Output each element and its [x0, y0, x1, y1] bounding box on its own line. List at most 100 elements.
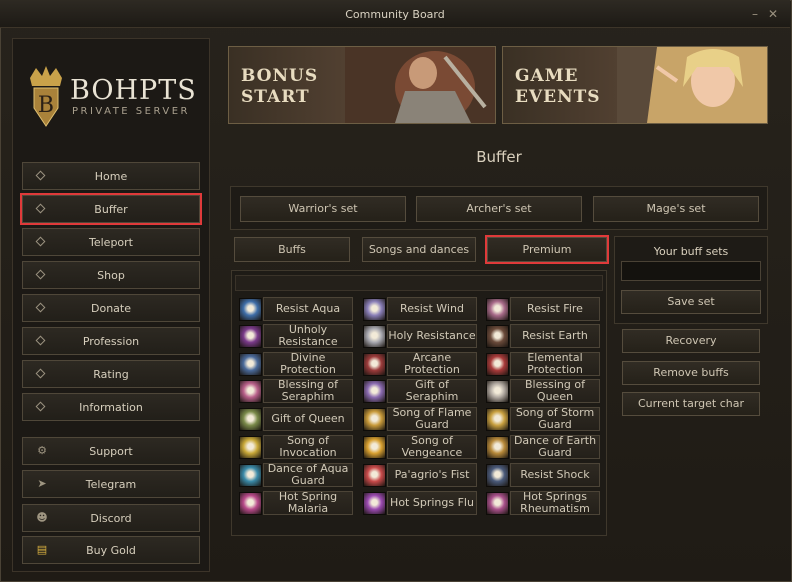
buff-name[interactable]: Song of Vengeance — [387, 435, 477, 459]
buff-item[interactable]: Resist Earth — [482, 324, 600, 350]
buff-icon[interactable] — [363, 436, 386, 459]
buff-icon[interactable] — [239, 380, 262, 403]
buff-item[interactable]: Hot Springs Flu — [359, 491, 477, 517]
buff-name[interactable]: Blessing of Queen — [510, 379, 600, 403]
buff-name[interactable]: Song of Flame Guard — [387, 407, 477, 431]
tab-button[interactable]: Buffs — [234, 237, 350, 262]
buff-item[interactable]: Gift of Seraphim — [359, 379, 477, 405]
buff-icon[interactable] — [363, 380, 386, 403]
buff-icon[interactable] — [486, 325, 509, 348]
buff-item[interactable]: Song of Storm Guard — [482, 407, 600, 433]
nav-discord-button[interactable]: ☻ Discord — [22, 504, 200, 532]
buff-name[interactable]: Gift of Seraphim — [387, 379, 477, 403]
buff-item[interactable]: Dance of Aqua Guard — [235, 463, 353, 489]
nav-home-button[interactable]: Home — [22, 162, 200, 190]
buff-name[interactable]: Divine Protection — [263, 352, 353, 376]
buff-item[interactable]: Resist Fire — [482, 297, 600, 323]
buff-icon[interactable] — [239, 353, 262, 376]
buff-name[interactable]: Resist Fire — [510, 297, 600, 321]
minimize-button[interactable]: – — [752, 7, 758, 21]
buff-item[interactable]: Resist Shock — [482, 463, 600, 489]
buff-item[interactable]: Resist Aqua — [235, 297, 353, 323]
buff-icon[interactable] — [239, 325, 262, 348]
buff-name[interactable]: Song of Storm Guard — [510, 407, 600, 431]
buff-name[interactable]: Elemental Protection — [510, 352, 600, 376]
buff-icon[interactable] — [239, 436, 262, 459]
buff-item[interactable]: Song of Vengeance — [359, 435, 477, 461]
buff-icon[interactable] — [486, 408, 509, 431]
buff-icon[interactable] — [363, 464, 386, 487]
buff-item[interactable]: Gift of Queen — [235, 407, 353, 433]
buff-name[interactable]: Resist Earth — [510, 324, 600, 348]
tab-button[interactable]: Songs and dances — [362, 237, 476, 262]
set-button[interactable]: Archer's set — [416, 196, 582, 222]
buff-name[interactable]: Resist Shock — [510, 463, 600, 487]
buff-icon[interactable] — [486, 298, 509, 321]
buff-icon[interactable] — [486, 436, 509, 459]
buff-item[interactable]: Unholy Resistance — [235, 324, 353, 350]
nav-profession-button[interactable]: Profession — [22, 327, 200, 355]
buff-item[interactable]: Pa'agrio's Fist — [359, 463, 477, 489]
buff-item[interactable]: Divine Protection — [235, 352, 353, 378]
nav-support-button[interactable]: ⚙ Support — [22, 437, 200, 465]
buff-name[interactable]: Hot Springs Rheumatism — [510, 491, 600, 515]
save-set-button[interactable]: Save set — [621, 290, 761, 314]
buff-icon[interactable] — [239, 492, 262, 515]
buff-name[interactable]: Hot Spring Malaria — [263, 491, 353, 515]
remove-buffs-button[interactable]: Remove buffs — [622, 361, 760, 385]
buff-item[interactable]: Resist Wind — [359, 297, 477, 323]
nav-donate-button[interactable]: Donate — [22, 294, 200, 322]
nav-buffer-button[interactable]: Buffer — [20, 193, 202, 225]
buff-name[interactable]: Song of Invocation — [263, 435, 353, 459]
set-button[interactable]: Warrior's set — [240, 196, 406, 222]
current-target-char-button[interactable]: Current target char — [622, 392, 760, 416]
buff-item[interactable]: Blessing of Queen — [482, 379, 600, 405]
buff-name[interactable]: Dance of Aqua Guard — [263, 463, 353, 487]
buff-item[interactable]: Holy Resistance — [359, 324, 477, 350]
buff-item[interactable]: Song of Invocation — [235, 435, 353, 461]
buff-icon[interactable] — [239, 298, 262, 321]
game-events-banner[interactable]: GAME EVENTS — [502, 46, 768, 124]
buff-icon[interactable] — [239, 464, 262, 487]
nav-telegram-button[interactable]: ➤ Telegram — [22, 470, 200, 498]
set-button[interactable]: Mage's set — [593, 196, 759, 222]
buff-item[interactable]: Arcane Protection — [359, 352, 477, 378]
nav-buy-gold-button[interactable]: ▤ Buy Gold — [22, 536, 200, 564]
recovery-button[interactable]: Recovery — [622, 329, 760, 353]
buff-name[interactable]: Resist Aqua — [263, 297, 353, 321]
buff-item[interactable]: Dance of Earth Guard — [482, 435, 600, 461]
buff-icon[interactable] — [363, 298, 386, 321]
buff-name[interactable]: Resist Wind — [387, 297, 477, 321]
buff-icon[interactable] — [363, 353, 386, 376]
buff-item[interactable]: Hot Springs Rheumatism — [482, 491, 600, 517]
buff-name[interactable]: Holy Resistance — [387, 324, 477, 348]
buff-icon[interactable] — [486, 464, 509, 487]
close-button[interactable]: ✕ — [768, 7, 778, 21]
title-bar[interactable]: Community Board – ✕ — [0, 0, 790, 28]
buff-icon[interactable] — [363, 492, 386, 515]
nav-rating-button[interactable]: Rating — [22, 360, 200, 388]
buff-icon[interactable] — [486, 353, 509, 376]
buff-item[interactable]: Elemental Protection — [482, 352, 600, 378]
nav-teleport-button[interactable]: Teleport — [22, 228, 200, 256]
buff-name[interactable]: Unholy Resistance — [263, 324, 353, 348]
buff-icon[interactable] — [486, 492, 509, 515]
buff-name[interactable]: Blessing of Seraphim — [263, 379, 353, 403]
buff-item[interactable]: Hot Spring Malaria — [235, 491, 353, 517]
buff-name[interactable]: Hot Springs Flu — [387, 491, 477, 515]
buff-name[interactable]: Dance of Earth Guard — [510, 435, 600, 459]
buff-icon[interactable] — [486, 380, 509, 403]
buff-item[interactable]: Blessing of Seraphim — [235, 379, 353, 405]
buff-icon[interactable] — [239, 408, 262, 431]
buff-name[interactable]: Arcane Protection — [387, 352, 477, 376]
buff-item[interactable]: Song of Flame Guard — [359, 407, 477, 433]
bonus-start-banner[interactable]: BONUS START — [228, 46, 496, 124]
nav-information-button[interactable]: Information — [22, 393, 200, 421]
buff-icon[interactable] — [363, 325, 386, 348]
buff-icon[interactable] — [363, 408, 386, 431]
buff-name[interactable]: Pa'agrio's Fist — [387, 463, 477, 487]
tab-button[interactable]: Premium — [485, 235, 609, 264]
buff-set-name-input[interactable] — [621, 261, 761, 281]
nav-shop-button[interactable]: Shop — [22, 261, 200, 289]
buff-name[interactable]: Gift of Queen — [263, 407, 353, 431]
